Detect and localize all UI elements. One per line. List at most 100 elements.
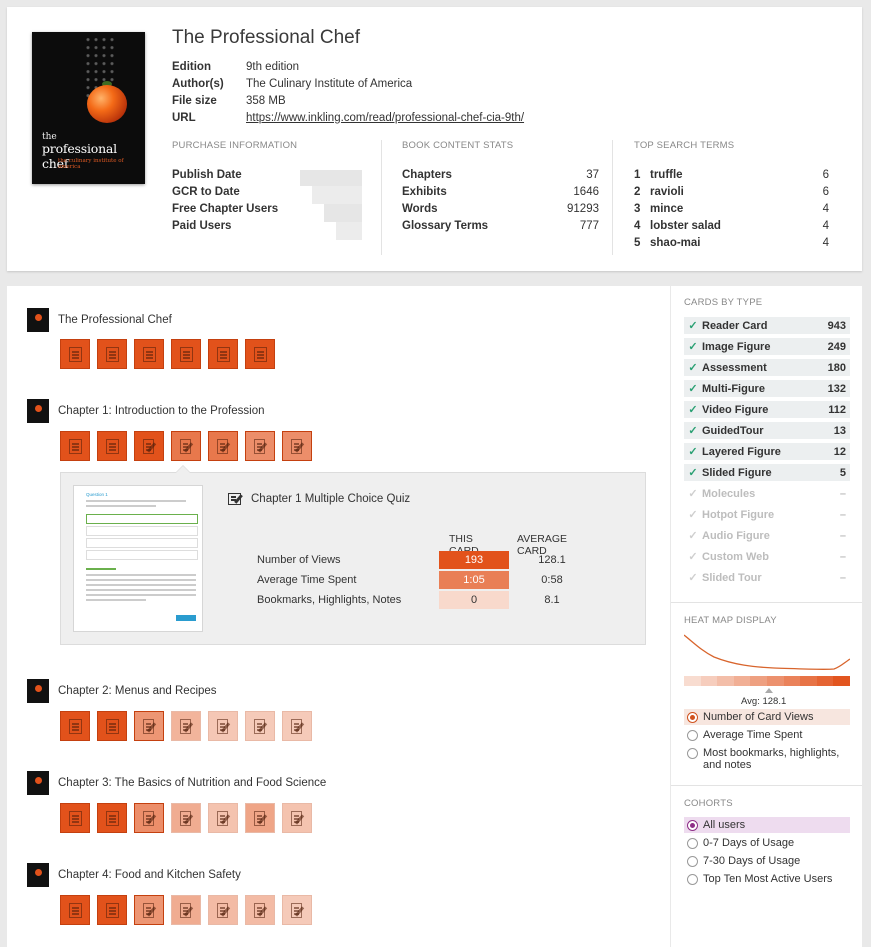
card-type-filter[interactable]: ✓ Image Figure 249 [684, 338, 850, 355]
card-type-name: Image Figure [702, 340, 771, 353]
reader-card-tile[interactable] [97, 711, 127, 741]
assessment-card-tile[interactable] [171, 803, 201, 833]
purchase-row-label: Publish Date [172, 168, 242, 181]
reader-card-tile[interactable] [60, 339, 90, 369]
card-type-filter[interactable]: ✓ Slided Tour – [684, 569, 850, 586]
edit-card-icon [217, 719, 228, 734]
search-term: mince [650, 202, 684, 215]
reader-card-tile[interactable] [208, 339, 238, 369]
search-term: shao-mai [650, 236, 701, 249]
edit-card-icon [291, 903, 302, 918]
meta-value: 9th edition [246, 60, 300, 73]
assessment-card-tile[interactable] [245, 895, 275, 925]
card-type-filter[interactable]: ✓ Molecules – [684, 485, 850, 502]
assessment-card-tile[interactable] [134, 431, 164, 461]
chapter-header[interactable]: Chapter 1: Introduction to the Professio… [27, 399, 264, 423]
card-type-name: Slided Figure [702, 466, 772, 479]
reader-card-tile[interactable] [97, 339, 127, 369]
card-type-filter[interactable]: ✓ GuidedTour 13 [684, 422, 850, 439]
chapter-header[interactable]: Chapter 4: Food and Kitchen Safety [27, 863, 241, 887]
reader-card-tile[interactable] [171, 339, 201, 369]
heat-scale-step [833, 676, 850, 686]
chapter-title: The Professional Chef [58, 314, 172, 326]
assessment-card-tile[interactable] [245, 711, 275, 741]
card-type-name: Audio Figure [702, 529, 770, 542]
page-card-icon [254, 347, 267, 362]
reader-card-tile[interactable] [60, 803, 90, 833]
search-term-row: 1 truffle 6 [634, 166, 852, 183]
cohort-option-all[interactable]: All users [684, 817, 850, 833]
card-type-count: 13 [833, 424, 846, 437]
reader-card-tile[interactable] [97, 803, 127, 833]
reader-card-tile[interactable] [97, 431, 127, 461]
chapter-heatmap-panel: The Professional Chef Chapter 1: Introdu… [7, 286, 670, 947]
assessment-card-tile[interactable] [208, 895, 238, 925]
assessment-card-tile[interactable] [134, 895, 164, 925]
heat-scale-bar [684, 676, 850, 686]
card-type-filter[interactable]: ✓ Layered Figure 12 [684, 443, 850, 460]
card-type-filter[interactable]: ✓ Slided Figure 5 [684, 464, 850, 481]
reader-card-tile[interactable] [134, 339, 164, 369]
card-type-filter[interactable]: ✓ Reader Card 943 [684, 317, 850, 334]
cohort-option-0-7[interactable]: 0-7 Days of Usage [684, 835, 850, 851]
card-detail-title: Chapter 1 Multiple Choice Quiz [251, 493, 411, 505]
cohort-option-top-ten[interactable]: Top Ten Most Active Users [684, 871, 850, 887]
card-type-filter[interactable]: ✓ Hotpot Figure – [684, 506, 850, 523]
reader-card-tile[interactable] [245, 339, 275, 369]
card-type-filter[interactable]: ✓ Video Figure 112 [684, 401, 850, 418]
stat-value: 777 [579, 219, 599, 232]
assessment-card-tile[interactable] [208, 431, 238, 461]
cohort-option-label: 0-7 Days of Usage [703, 837, 795, 849]
assessment-card-tile[interactable] [208, 711, 238, 741]
cohort-option-7-30[interactable]: 7-30 Days of Usage [684, 853, 850, 869]
assessment-card-tile[interactable] [171, 431, 201, 461]
card-type-name: Molecules [702, 487, 756, 500]
search-rank: 5 [634, 236, 641, 249]
assessment-card-tile[interactable] [282, 803, 312, 833]
card-type-filter[interactable]: ✓ Multi-Figure 132 [684, 380, 850, 397]
metric-row: Average Time Spent 1:05 0:58 [257, 571, 657, 589]
chapter-thumbnail [27, 679, 49, 703]
page-card-icon [106, 903, 119, 918]
card-type-filter[interactable]: ✓ Audio Figure – [684, 527, 850, 544]
assessment-card-tile[interactable] [282, 431, 312, 461]
reader-card-tile[interactable] [60, 711, 90, 741]
assessment-card-tile[interactable] [282, 895, 312, 925]
chapter-header[interactable]: Chapter 3: The Basics of Nutrition and F… [27, 771, 326, 795]
edit-card-icon [143, 719, 154, 734]
page-card-icon [106, 347, 119, 362]
chapter-header[interactable]: Chapter 2: Menus and Recipes [27, 679, 217, 703]
assessment-card-tile[interactable] [171, 711, 201, 741]
assessment-card-tile[interactable] [134, 711, 164, 741]
assessment-card-tile[interactable] [134, 803, 164, 833]
reader-card-tile[interactable] [60, 431, 90, 461]
page-card-icon [143, 347, 156, 362]
check-icon: ✓ [688, 488, 698, 500]
book-url-link[interactable]: https://www.inkling.com/read/professiona… [246, 112, 524, 124]
chapter-header[interactable]: The Professional Chef [27, 308, 172, 332]
heat-option-label: Most bookmarks, highlights, and notes [703, 747, 840, 771]
reader-card-tile[interactable] [97, 895, 127, 925]
assessment-card-tile[interactable] [245, 803, 275, 833]
search-terms-label: TOP SEARCH TERMS [634, 140, 735, 151]
card-type-filter[interactable]: ✓ Custom Web – [684, 548, 850, 565]
assessment-card-tile[interactable] [282, 711, 312, 741]
metric-label: Number of Views [257, 554, 341, 566]
card-type-filter[interactable]: ✓ Assessment 180 [684, 359, 850, 376]
check-icon: ✓ [688, 383, 698, 395]
heat-option-views[interactable]: Number of Card Views [684, 709, 850, 725]
heat-scale-step [717, 676, 734, 686]
assessment-card-tile[interactable] [171, 895, 201, 925]
heat-option-bookmarks[interactable]: Most bookmarks, highlights, and notes [684, 745, 850, 773]
cover-text-line3: the culinary institute of america [58, 158, 124, 170]
assessment-card-tile[interactable] [208, 803, 238, 833]
reader-card-tile[interactable] [60, 895, 90, 925]
radio-icon [687, 820, 698, 831]
assessment-card-tile[interactable] [245, 431, 275, 461]
card-preview-thumbnail[interactable]: Question 1 [73, 485, 203, 632]
edit-card-icon [217, 439, 228, 454]
cards-by-type-label: CARDS BY TYPE [684, 297, 763, 308]
heat-option-time[interactable]: Average Time Spent [684, 727, 850, 743]
card-type-count: – [839, 508, 846, 521]
metric-label: Bookmarks, Highlights, Notes [257, 594, 402, 606]
